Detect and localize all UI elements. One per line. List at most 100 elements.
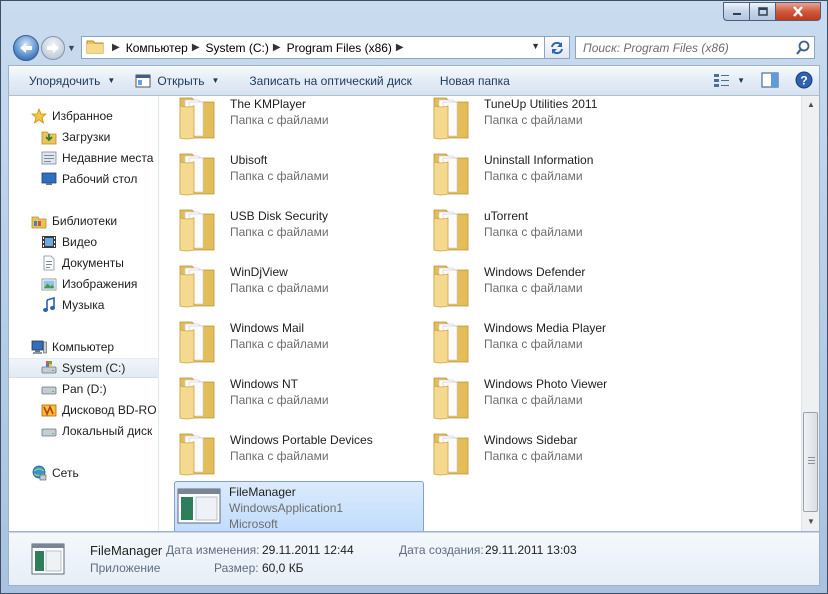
svg-text:?: ? <box>800 74 807 88</box>
sidebar-item-music[interactable]: Музыка <box>9 295 158 315</box>
sidebar-item-local-disk[interactable]: Локальный диск <box>9 421 158 441</box>
file-name: Ubisoft <box>230 153 268 167</box>
file-item[interactable]: uTorrent Папка с файлами <box>430 204 680 256</box>
hard-drive-icon <box>41 381 57 397</box>
forward-button[interactable] <box>41 36 65 60</box>
file-type: Папка с файлами <box>484 169 583 183</box>
sidebar-item-desktop[interactable]: Рабочий стол <box>9 169 158 189</box>
file-item[interactable]: Windows Sidebar Папка с файлами <box>430 428 680 480</box>
file-type: Папка с файлами <box>484 449 583 463</box>
sidebar-network[interactable]: Сеть <box>9 463 158 483</box>
file-type: Папка с файлами <box>230 169 329 183</box>
sidebar-item-pan-d[interactable]: Pan (D:) <box>9 379 158 399</box>
scrollbar-thumb[interactable] <box>803 412 818 512</box>
file-item[interactable]: Uninstall Information Папка с файлами <box>430 148 680 200</box>
open-button[interactable]: Открыть ▼ <box>125 66 229 95</box>
navigation-pane[interactable]: Избранное Загрузки Недавние места Рабочи… <box>9 96 159 531</box>
application-icon <box>135 74 151 87</box>
chevron-down-icon[interactable]: ▼ <box>737 76 745 85</box>
close-button[interactable] <box>776 2 821 21</box>
file-item[interactable]: USB Disk Security Папка с файлами <box>176 204 426 256</box>
change-view-button[interactable]: ▼ <box>713 72 745 88</box>
file-item[interactable]: Ubisoft Папка с файлами <box>176 148 426 200</box>
file-item-selected[interactable]: FileManager WindowsApplication1 Microsoft <box>174 481 424 531</box>
preview-pane-button[interactable] <box>761 72 779 88</box>
scroll-up-button[interactable]: ▲ <box>803 96 819 113</box>
application-icon <box>31 543 65 578</box>
help-button[interactable]: ? <box>795 71 813 89</box>
sidebar-libraries-label: Библиотеки <box>52 214 118 228</box>
file-item[interactable]: Windows Photo Viewer Папка с файлами <box>430 372 680 424</box>
new-folder-button[interactable]: Новая папка <box>422 66 520 95</box>
chevron-down-icon: ▼ <box>107 76 116 85</box>
file-item[interactable]: Windows Media Player Папка с файлами <box>430 316 680 368</box>
refresh-icon <box>551 41 563 54</box>
new-folder-label: Новая папка <box>439 73 510 88</box>
file-name: Windows Photo Viewer <box>484 377 608 391</box>
command-bar: Упорядочить ▼ Открыть ▼ Записать на опти… <box>8 65 820 96</box>
sidebar-item-label: Загрузки <box>62 130 111 144</box>
help-icon: ? <box>795 71 813 89</box>
folder-icon <box>430 428 474 480</box>
sidebar-item-documents[interactable]: Документы <box>9 253 158 273</box>
file-item[interactable]: WinDjView Папка с файлами <box>176 260 426 312</box>
search-icon[interactable] <box>796 40 810 58</box>
chevron-right-icon[interactable]: ▶ <box>112 42 120 53</box>
file-item[interactable]: Windows NT Папка с файлами <box>176 372 426 424</box>
breadcrumb-system-c[interactable]: System (C:) <box>206 41 269 55</box>
file-item[interactable]: Windows Portable Devices Папка с файлами <box>176 428 426 480</box>
back-button[interactable] <box>13 35 39 61</box>
search-box[interactable] <box>575 36 815 59</box>
sidebar-computer-label: Компьютер <box>52 340 115 354</box>
sidebar-item-bd-rom[interactable]: Дисковод BD-RO <box>9 400 158 420</box>
file-item[interactable]: The KMPlayer Папка с файлами <box>176 96 426 144</box>
recent-pages-chevron-icon[interactable]: ▼ <box>67 43 76 53</box>
breadcrumb-program-files[interactable]: Program Files (x86) <box>287 41 392 55</box>
folder-icon <box>176 260 220 312</box>
maximize-button[interactable] <box>750 2 776 21</box>
title-bar[interactable] <box>1 1 827 31</box>
chevron-right-icon[interactable]: ▶ <box>273 42 281 53</box>
address-history-chevron-icon[interactable]: ▼ <box>531 41 540 51</box>
sidebar-item-videos[interactable]: Видео <box>9 232 158 252</box>
folder-icon <box>176 96 220 144</box>
sidebar-libraries[interactable]: Библиотеки <box>9 211 158 231</box>
sidebar-item-downloads[interactable]: Загрузки <box>9 127 158 147</box>
details-size-label: Размер: <box>214 561 259 575</box>
details-size-value: 60,0 КБ <box>262 561 304 575</box>
minimize-button[interactable] <box>723 2 750 21</box>
view-options-icon <box>714 74 730 87</box>
search-input[interactable] <box>576 40 786 55</box>
file-name: Windows Defender <box>484 265 586 279</box>
vertical-scrollbar[interactable]: ▲ ▼ <box>801 96 819 531</box>
star-icon <box>31 108 47 124</box>
file-list[interactable]: The KMPlayer Папка с файлами TuneUp Utilit… <box>160 96 802 531</box>
organize-button[interactable]: Упорядочить ▼ <box>9 66 125 95</box>
optical-drive-icon <box>41 402 57 418</box>
file-item[interactable]: Windows Mail Папка с файлами <box>176 316 426 368</box>
chevron-right-icon[interactable]: ▶ <box>192 42 200 53</box>
sidebar-item-system-c[interactable]: System (C:) <box>9 358 158 378</box>
file-item[interactable]: TuneUp Utilities 2011 Папка с файлами <box>430 96 680 144</box>
preview-pane-icon <box>761 72 779 88</box>
sidebar-item-recent-places[interactable]: Недавние места <box>9 148 158 168</box>
file-description: WindowsApplication1 <box>229 501 344 515</box>
folder-icon <box>430 204 474 256</box>
scroll-down-button[interactable]: ▼ <box>803 513 819 530</box>
folder-icon <box>430 96 474 144</box>
sidebar-computer[interactable]: Компьютер <box>9 337 158 357</box>
details-file-name: FileManager <box>90 543 163 558</box>
folder-icon <box>430 372 474 424</box>
file-item[interactable]: Windows Defender Папка с файлами <box>430 260 680 312</box>
sidebar-favorites[interactable]: Избранное <box>9 106 158 126</box>
file-name: The KMPlayer <box>230 97 307 111</box>
file-type: Папка с файлами <box>484 393 583 407</box>
refresh-button[interactable] <box>544 36 570 59</box>
breadcrumb-computer[interactable]: Компьютер <box>126 41 188 55</box>
address-bar[interactable]: ▶ Компьютер ▶ System (C:) ▶ Program File… <box>81 36 545 59</box>
chevron-right-icon[interactable]: ▶ <box>396 42 404 53</box>
downloads-folder-icon <box>41 129 57 145</box>
sidebar-item-pictures[interactable]: Изображения <box>9 274 158 294</box>
burn-button[interactable]: Записать на оптический диск <box>229 66 422 95</box>
folder-icon <box>430 148 474 200</box>
